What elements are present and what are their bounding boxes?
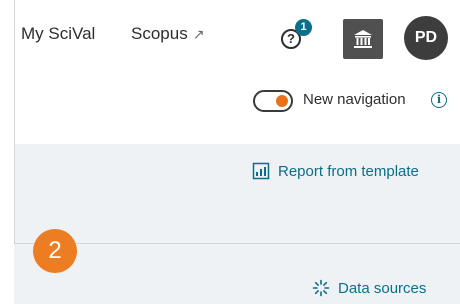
navigation-panel: My SciVal Scopus ↗ ? 1 PD New navigation … <box>14 0 460 244</box>
data-sources-link[interactable]: Data sources <box>312 279 426 297</box>
scopus-label: Scopus <box>131 24 188 43</box>
data-sources-label: Data sources <box>338 279 427 297</box>
new-navigation-toggle[interactable] <box>253 90 293 112</box>
new-navigation-label: New navigation <box>303 91 406 108</box>
actions-area: Report from template <box>15 144 460 243</box>
notification-badge: 1 <box>295 19 312 36</box>
help-button[interactable]: ? 1 <box>281 19 312 51</box>
info-icon[interactable]: i <box>431 92 447 108</box>
nav-my-scival-link[interactable]: My SciVal <box>21 24 95 44</box>
user-avatar[interactable]: PD <box>404 16 448 60</box>
toggle-knob <box>276 95 288 107</box>
report-from-template-link[interactable]: Report from template <box>252 162 419 180</box>
top-header: My SciVal Scopus ↗ ? 1 PD New navigation … <box>15 0 460 144</box>
loading-spinner-icon <box>312 279 330 297</box>
institution-icon <box>354 30 372 48</box>
step-number-badge: 2 <box>33 229 77 273</box>
report-from-template-label: Report from template <box>278 162 419 180</box>
institution-button[interactable] <box>343 19 383 59</box>
report-chart-icon <box>252 162 270 180</box>
external-link-icon: ↗ <box>192 26 205 42</box>
nav-scopus-link[interactable]: Scopus ↗ <box>131 24 204 44</box>
